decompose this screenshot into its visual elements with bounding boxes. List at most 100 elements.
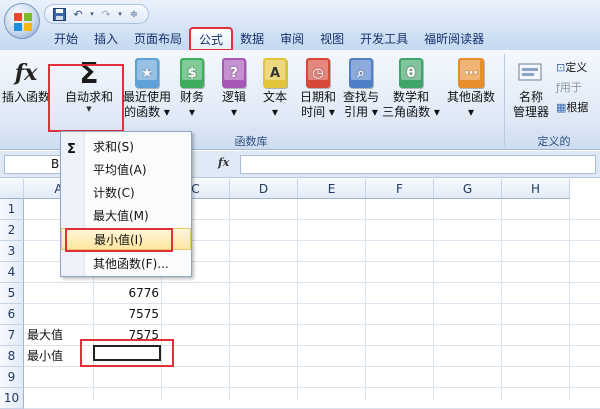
logical-button[interactable]: ? 逻辑 ▾	[216, 54, 252, 132]
formula-input[interactable]	[240, 155, 596, 174]
datetime-label-1: 日期和	[299, 90, 336, 104]
lookup-label-2: 引用 ▾	[344, 105, 378, 119]
column-header-e[interactable]: E	[298, 179, 366, 199]
text-label: 文本 ▾	[262, 90, 287, 119]
ribbon-tabs: 开始 插入 页面布局 公式 数据 审阅 视图 开发工具 福昕阅读器	[0, 27, 600, 51]
row-header-8[interactable]: 8	[0, 346, 24, 367]
menu-item-1[interactable]: 平均值(A)	[61, 159, 191, 181]
autosum-highlight	[48, 64, 124, 132]
recent-functions-button[interactable]: ★ 最近使用 的函数 ▾	[120, 54, 174, 132]
group-label-defined-names: 定义的	[537, 135, 571, 148]
logical-book-icon: ?	[219, 56, 249, 90]
datetime-label-2: 时间 ▾	[301, 105, 335, 119]
grid-hline	[24, 387, 600, 388]
row-header-5[interactable]: 5	[0, 283, 24, 304]
grid-vline	[569, 199, 570, 400]
lookup-book-icon: ⌕	[346, 56, 376, 90]
menu-item-2[interactable]: 计数(C)	[61, 182, 191, 204]
calendar-book-icon: ◷	[303, 56, 333, 90]
save-icon[interactable]	[51, 7, 67, 21]
fx-icon: fx	[14, 60, 38, 86]
name-manager-label-1: 名称	[518, 90, 543, 104]
recent-label-2: 的函数 ▾	[124, 105, 170, 119]
financial-button[interactable]: $ 财务 ▾	[174, 54, 210, 132]
dropdown-arrow-icon[interactable]: ▾	[89, 7, 95, 21]
row-header-2[interactable]: 2	[0, 220, 24, 241]
row-header-4[interactable]: 4	[0, 262, 24, 283]
menu-item-3[interactable]: 最大值(M)	[61, 205, 191, 227]
create-from-selection-button[interactable]: ▦根据	[556, 98, 600, 118]
menu-item-label: 计数(C)	[93, 186, 135, 200]
row-header-1[interactable]: 1	[0, 199, 24, 220]
tab-4[interactable]: 数据	[232, 28, 272, 50]
menu-item-5[interactable]: 其他函数(F)...	[61, 253, 191, 275]
quick-access-toolbar: ↶ ▾ ↷ ▾ ≑	[44, 4, 149, 24]
column-header-g[interactable]: G	[434, 179, 502, 199]
financial-book-icon: $	[177, 56, 207, 90]
lookup-button[interactable]: ⌕ 查找与 引用 ▾	[340, 54, 382, 132]
star-book-icon: ★	[132, 56, 162, 90]
math-label-1: 数学和	[392, 90, 429, 104]
insert-function-button[interactable]: fx 插入函数	[2, 54, 50, 132]
row-header-7[interactable]: 7	[0, 325, 24, 346]
column-header-h[interactable]: H	[502, 179, 570, 199]
grid-icon: ▦	[556, 101, 567, 114]
insert-function-fx-icon[interactable]: fx	[218, 156, 229, 169]
lookup-label-1: 查找与	[342, 90, 379, 104]
menu-item-label: 平均值(A)	[93, 163, 147, 177]
menu-item-label: 求和(S)	[93, 140, 134, 154]
math-book-icon: θ	[396, 56, 426, 90]
define-name-button[interactable]: ⊡定义	[556, 58, 600, 78]
name-manager-icon	[516, 56, 546, 90]
group-separator	[504, 54, 505, 146]
tab-8[interactable]: 福昕阅读器	[416, 28, 492, 50]
tab-6[interactable]: 视图	[312, 28, 352, 50]
menu-item-0[interactable]: Σ 求和(S)	[61, 136, 191, 158]
dropdown-arrow-icon[interactable]: ▾	[117, 7, 123, 21]
defined-names-small-buttons: ⊡定义 ƒ用于 ▦根据	[556, 58, 600, 118]
logical-label: 逻辑 ▾	[221, 90, 246, 119]
more-books-icon: ⋯	[456, 56, 486, 90]
redo-icon[interactable]: ↷	[98, 7, 114, 21]
office-logo-icon	[14, 13, 32, 31]
insert-function-label: 插入函数	[2, 90, 51, 104]
name-manager-button[interactable]: 名称 管理器	[508, 54, 554, 132]
customize-qat-icon[interactable]: ≑	[126, 7, 142, 21]
tab-5[interactable]: 审阅	[272, 28, 312, 50]
tab-0[interactable]: 开始	[46, 28, 86, 50]
more-label: 其他函数 ▾	[446, 90, 495, 119]
cell-b6[interactable]: 7575	[97, 304, 159, 324]
row-header-3[interactable]: 3	[0, 241, 24, 262]
autosum-dropdown-menu: Σ 求和(S) 平均值(A) 计数(C) 最大值(M) 最小值(I) 其他函数(F)...	[60, 131, 192, 277]
menu-item-label: 最大值(M)	[93, 209, 149, 223]
row-header-9[interactable]: 9	[0, 367, 24, 388]
grid-vline	[365, 199, 366, 400]
column-header-f[interactable]: F	[366, 179, 434, 199]
tab-2[interactable]: 页面布局	[126, 28, 190, 50]
math-label-2: 三角函数 ▾	[382, 105, 440, 119]
active-cell-b8[interactable]	[93, 345, 161, 361]
grid-vline	[501, 199, 502, 400]
cell-b5[interactable]: 6776	[97, 283, 159, 303]
use-in-formula-button[interactable]: ƒ用于	[556, 78, 600, 98]
row-header-6[interactable]: 6	[0, 304, 24, 325]
math-button[interactable]: θ 数学和 三角函数 ▾	[382, 54, 440, 132]
grid-vline	[229, 199, 230, 400]
text-button[interactable]: A 文本 ▾	[258, 54, 292, 132]
undo-icon[interactable]: ↶	[70, 7, 86, 21]
tab-7[interactable]: 开发工具	[352, 28, 416, 50]
tab-3[interactable]: 公式	[189, 27, 234, 51]
row-header-10[interactable]: 10	[0, 388, 24, 409]
tab-1[interactable]: 插入	[86, 28, 126, 50]
sigma-icon: Σ	[67, 142, 76, 157]
column-header-d[interactable]: D	[230, 179, 298, 199]
tag-icon: ⊡	[556, 61, 566, 74]
datetime-button[interactable]: ◷ 日期和 时间 ▾	[296, 54, 340, 132]
more-functions-button[interactable]: ⋯ 其他函数 ▾	[442, 54, 500, 132]
select-all-corner[interactable]	[0, 179, 24, 199]
menu-min-highlight	[65, 228, 173, 252]
name-manager-label-2: 管理器	[512, 105, 549, 119]
office-button[interactable]	[4, 3, 40, 39]
financial-label: 财务 ▾	[179, 90, 204, 119]
recent-label-1: 最近使用	[122, 90, 171, 104]
